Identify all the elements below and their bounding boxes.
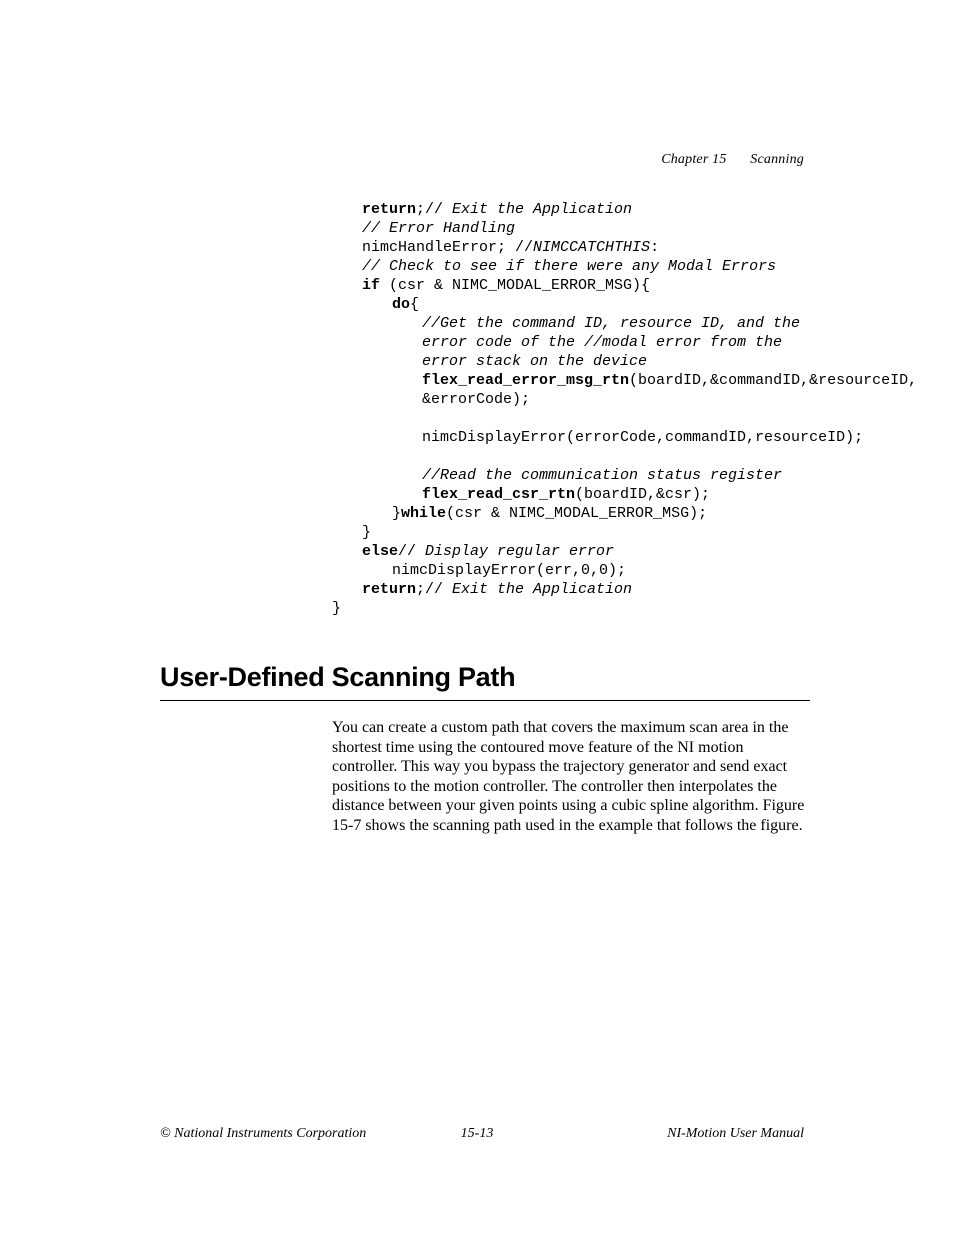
footer-page-number: 15-13 bbox=[0, 1126, 954, 1142]
code-line: else// Display regular error bbox=[332, 542, 807, 561]
code-line: //Get the command ID, resource ID, and t… bbox=[332, 314, 807, 371]
code-line: } bbox=[332, 523, 807, 542]
section-heading: User-Defined Scanning Path bbox=[160, 662, 515, 693]
code-line: }while(csr & NIMC_MODAL_ERROR_MSG); bbox=[332, 504, 807, 523]
body-paragraph: You can create a custom path that covers… bbox=[332, 718, 810, 835]
page: Chapter 15 Scanning return;// Exit the A… bbox=[0, 0, 954, 1235]
page-header: Chapter 15 Scanning bbox=[661, 152, 804, 168]
heading-rule bbox=[160, 700, 810, 701]
code-line: flex_read_csr_rtn(boardID,&csr); bbox=[332, 485, 807, 504]
code-line: flex_read_error_msg_rtn(boardID,&command… bbox=[332, 371, 807, 409]
code-line: //Read the communication status register bbox=[332, 466, 807, 485]
code-line: nimcDisplayError(err,0,0); bbox=[332, 561, 807, 580]
header-chapter: Chapter 15 bbox=[661, 152, 726, 167]
code-line: nimcDisplayError(errorCode,commandID,res… bbox=[332, 428, 807, 447]
code-line: // Error Handling bbox=[332, 219, 807, 238]
code-line: nimcHandleError; //NIMCCATCHTHIS: bbox=[332, 238, 807, 257]
code-line: return;// Exit the Application bbox=[332, 200, 807, 219]
code-line: } bbox=[332, 600, 341, 617]
code-line: return;// Exit the Application bbox=[332, 580, 807, 599]
code-blank-line bbox=[332, 447, 807, 466]
code-line: if (csr & NIMC_MODAL_ERROR_MSG){ bbox=[332, 276, 807, 295]
footer-manual-title: NI-Motion User Manual bbox=[667, 1126, 804, 1142]
header-title: Scanning bbox=[750, 152, 804, 167]
code-blank-line bbox=[332, 409, 807, 428]
code-listing: return;// Exit the Application// Error H… bbox=[332, 200, 807, 618]
code-line: // Check to see if there were any Modal … bbox=[332, 257, 807, 276]
code-line: do{ bbox=[332, 295, 807, 314]
